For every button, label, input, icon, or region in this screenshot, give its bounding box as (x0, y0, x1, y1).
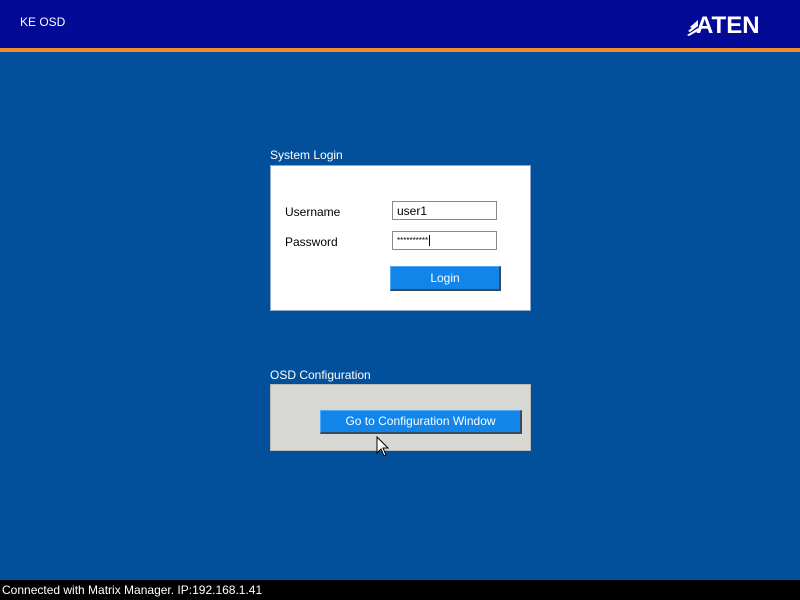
password-label: Password (285, 235, 338, 249)
username-input[interactable] (392, 201, 497, 220)
password-mask: ********** (397, 236, 429, 245)
status-bar: Connected with Matrix Manager. IP:192.16… (0, 580, 800, 600)
app-title: KE OSD (20, 15, 66, 29)
text-caret (429, 235, 431, 247)
osd-configuration-panel: Go to Configuration Window (270, 384, 531, 451)
mouse-pointer-icon (376, 436, 390, 457)
aten-logo: ATEN (687, 12, 760, 38)
password-input[interactable]: ********** (392, 231, 497, 250)
brand-text: ATEN (696, 12, 760, 38)
login-panel: Username Password ********** Login (270, 165, 531, 311)
title-bar: KE OSD ATEN (0, 0, 800, 48)
accent-divider (0, 48, 800, 52)
osd-configuration-label: OSD Configuration (270, 368, 371, 382)
go-to-configuration-button[interactable]: Go to Configuration Window (320, 410, 522, 434)
username-label: Username (285, 205, 341, 219)
system-login-label: System Login (270, 148, 343, 162)
login-button[interactable]: Login (390, 266, 501, 291)
